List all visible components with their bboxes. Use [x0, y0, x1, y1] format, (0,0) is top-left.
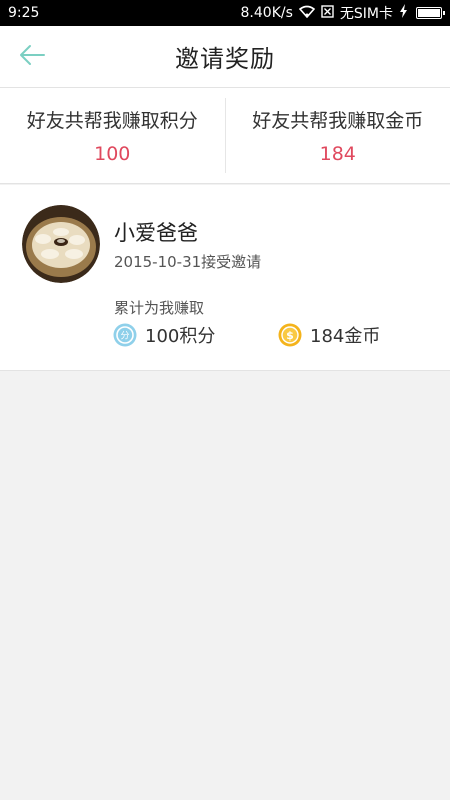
app-header: 邀请奖励 — [0, 26, 450, 88]
back-button[interactable] — [14, 40, 50, 74]
avatar — [22, 205, 100, 283]
invited-friend-card[interactable]: 小爱爸爸 2015-10-31接受邀请 累计为我赚取 分 100积分 $ 184… — [0, 185, 450, 371]
coins-summary-value: 184 — [319, 143, 356, 165]
status-bar: 9:25 8.40K/s 无SIM卡 — [0, 0, 450, 26]
network-speed: 8.40K/s — [240, 5, 293, 21]
svg-text:$: $ — [286, 329, 294, 342]
points-icon: 分 — [113, 323, 137, 347]
status-icons: 8.40K/s 无SIM卡 — [240, 3, 445, 23]
arrow-left-icon — [18, 43, 46, 71]
wifi-icon — [298, 5, 316, 22]
sim-status: 无SIM卡 — [339, 6, 393, 22]
coins-earned-text: 184金币 — [310, 326, 381, 347]
gold-coin-icon: $ — [278, 323, 302, 347]
page-title: 邀请奖励 — [175, 45, 275, 73]
earned-label: 累计为我赚取 — [114, 299, 205, 317]
status-time: 9:25 — [8, 5, 40, 21]
accept-date: 2015-10-31接受邀请 — [114, 253, 262, 271]
points-summary: 好友共帮我赚取积分 100 — [0, 88, 225, 183]
svg-text:分: 分 — [120, 331, 129, 342]
battery-icon — [416, 7, 445, 19]
friend-name: 小爱爸爸 — [114, 221, 198, 245]
earnings-summary: 好友共帮我赚取积分 100 好友共帮我赚取金币 184 — [0, 88, 450, 184]
charging-icon — [399, 4, 408, 22]
coins-summary-label: 好友共帮我赚取金币 — [252, 110, 424, 132]
points-summary-label: 好友共帮我赚取积分 — [26, 110, 198, 132]
points-earned-text: 100积分 — [145, 326, 216, 347]
no-sim-icon — [321, 4, 334, 22]
coins-summary: 好友共帮我赚取金币 184 — [224, 98, 450, 173]
points-earned: 分 100积分 — [113, 322, 215, 348]
coins-earned: $ 184金币 — [278, 322, 380, 348]
points-summary-value: 100 — [94, 143, 131, 165]
